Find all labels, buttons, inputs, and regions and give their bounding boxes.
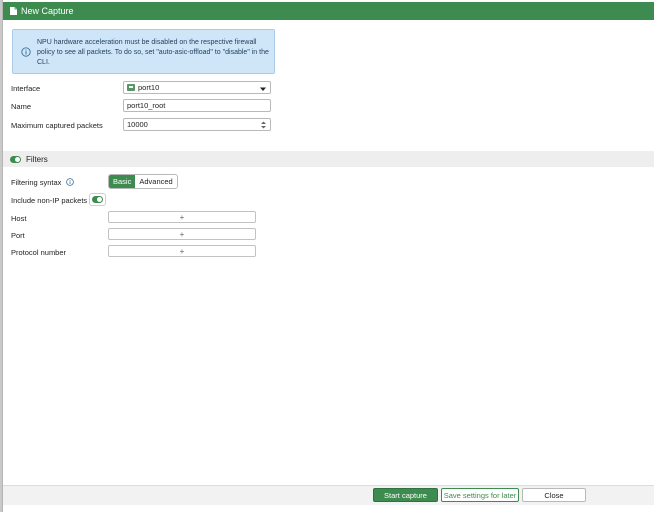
interface-label: Interface [11, 84, 41, 93]
start-capture-button[interactable]: Start capture [373, 488, 438, 502]
stepper-icon[interactable] [260, 121, 267, 129]
filters-toggle[interactable] [10, 155, 21, 163]
filtering-syntax-label: Filtering syntax [11, 178, 74, 187]
max-packets-value: 10000 [127, 120, 148, 129]
filters-label: Filters [26, 154, 48, 164]
port-add-field[interactable]: + [108, 228, 256, 240]
port-icon [127, 84, 135, 91]
plus-icon: + [179, 212, 185, 222]
syntax-basic-button[interactable]: Basic [109, 175, 136, 188]
interface-select[interactable]: port10 [123, 81, 271, 94]
max-packets-label: Maximum captured packets [11, 121, 103, 130]
protocol-number-add-field[interactable]: + [108, 245, 256, 257]
filtering-syntax-text: Filtering syntax [11, 178, 62, 187]
name-input[interactable]: port10_root [123, 99, 271, 112]
new-capture-dialog: New Capture NPU hardware acceleration mu… [2, 0, 654, 512]
include-non-ip-toggle-wrap[interactable] [89, 193, 106, 206]
host-label: Host [11, 214, 27, 223]
include-non-ip-toggle[interactable] [92, 196, 103, 203]
interface-value: port10 [138, 83, 160, 92]
capture-icon [9, 6, 18, 16]
chevron-down-icon [260, 85, 266, 91]
syntax-advanced-button[interactable]: Advanced [135, 175, 177, 188]
filtering-syntax-toggle: Basic Advanced [108, 174, 178, 189]
plus-icon: + [179, 229, 185, 239]
include-non-ip-label: Include non-IP packets [11, 196, 88, 205]
port-label: Port [11, 231, 25, 240]
plus-icon: + [179, 246, 185, 256]
info-icon [21, 47, 31, 57]
npu-info-message: NPU hardware acceleration must be disabl… [12, 29, 275, 74]
save-settings-button[interactable]: Save settings for later [441, 488, 519, 502]
max-packets-input[interactable]: 10000 [123, 118, 271, 131]
protocol-number-label: Protocol number [11, 248, 67, 257]
name-label: Name [11, 102, 32, 111]
dialog-title: New Capture [21, 6, 74, 16]
info-text: NPU hardware acceleration must be disabl… [37, 39, 269, 66]
name-value: port10_root [127, 101, 166, 110]
close-button[interactable]: Close [522, 488, 586, 502]
filters-section-header: Filters [3, 151, 654, 167]
help-icon[interactable] [65, 178, 74, 186]
host-add-field[interactable]: + [108, 211, 256, 223]
dialog-titlebar: New Capture [3, 2, 654, 20]
